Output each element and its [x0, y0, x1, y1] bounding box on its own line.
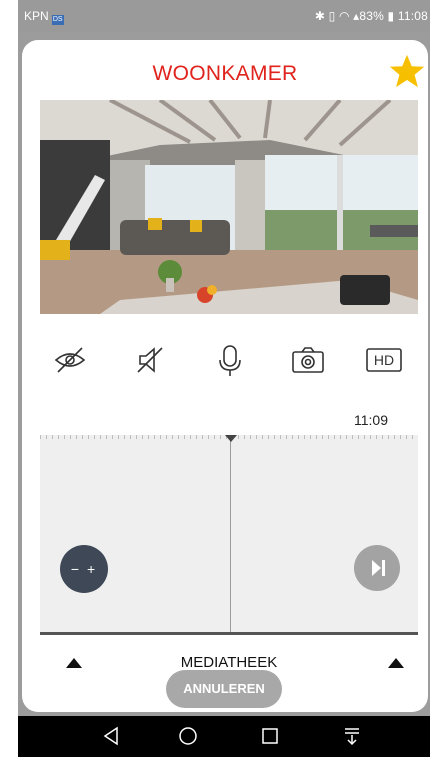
home-icon[interactable]	[176, 724, 200, 748]
camera-live-feed[interactable]	[40, 100, 418, 314]
carrier-name: KPN	[24, 9, 49, 23]
navigation-bar	[18, 716, 430, 757]
camera-snapshot-icon[interactable]	[288, 340, 328, 380]
speaker-mute-icon[interactable]	[130, 340, 170, 380]
cancel-button[interactable]: ANNULEREN	[166, 670, 282, 708]
timeline-baseline	[40, 632, 418, 635]
media-library-link[interactable]: MEDIATHEEK	[40, 654, 418, 671]
skip-next-icon[interactable]	[354, 545, 400, 591]
microphone-icon[interactable]	[210, 340, 250, 380]
carrier-label: KPN DS	[24, 9, 64, 25]
arrow-up-right-icon[interactable]	[388, 658, 404, 668]
recents-icon[interactable]	[258, 724, 282, 748]
recording-timeline[interactable]: − +	[40, 435, 418, 635]
back-icon[interactable]	[100, 724, 124, 748]
timeline-cursor[interactable]	[230, 435, 231, 635]
star-icon[interactable]	[388, 52, 426, 90]
status-bar: KPN DS ✱ ▯ ◠ ▴83% ▮ 11:08	[18, 0, 430, 32]
carrier-badge: DS	[51, 15, 64, 25]
camera-title: WOONKAMER	[152, 62, 298, 85]
eye-off-icon[interactable]	[50, 340, 90, 380]
camera-toolbar: HD	[40, 340, 420, 380]
notifications-icon[interactable]	[340, 724, 364, 748]
hd-label: HD	[374, 352, 394, 368]
zoom-button[interactable]: − +	[60, 545, 108, 593]
status-indicators: ✱ ▯ ◠ ▴83% ▮ 11:08	[314, 9, 428, 23]
timeline-cursor-marker	[225, 435, 237, 442]
timeline-time-label: 11:09	[354, 412, 388, 428]
hd-icon[interactable]: HD	[364, 340, 404, 380]
camera-card: WOONKAMER HD 11:09 − + MEDIATHEEK ANNULE…	[22, 40, 428, 712]
